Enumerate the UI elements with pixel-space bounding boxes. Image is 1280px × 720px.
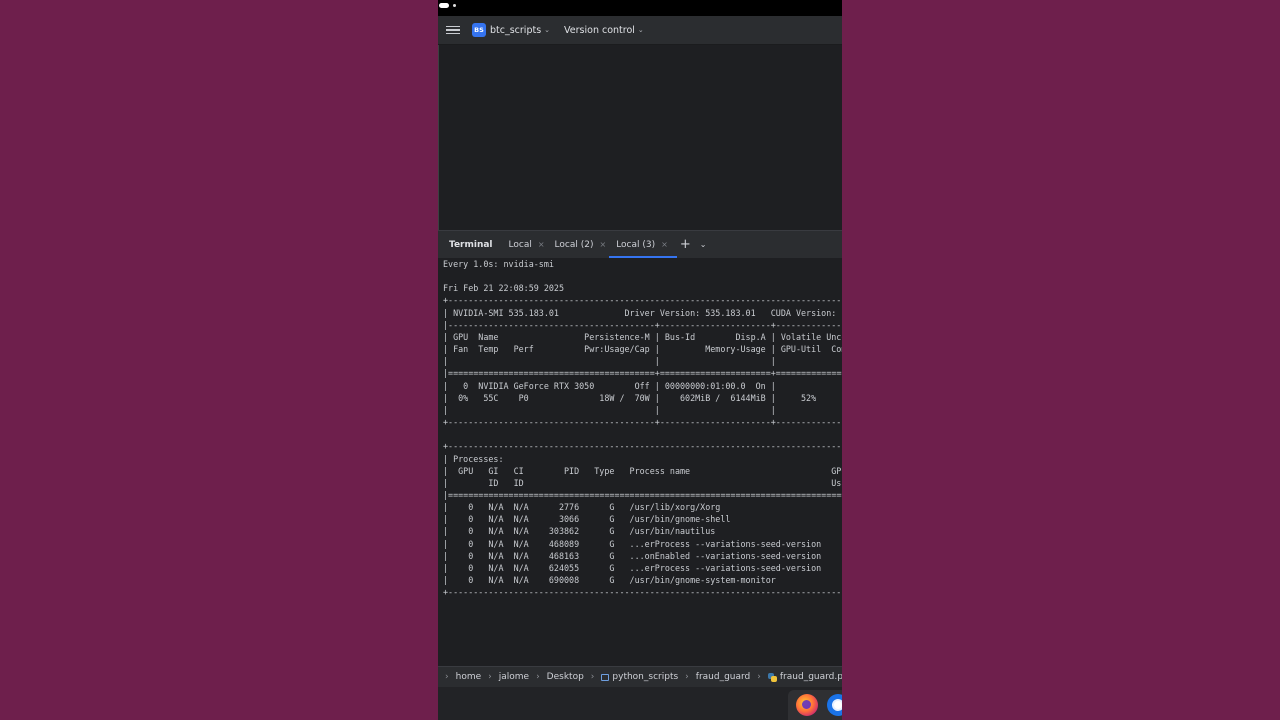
firefox-icon[interactable] [796, 694, 818, 716]
chevron-right-icon: › [445, 672, 449, 682]
breadcrumb-label: python_scripts [612, 672, 679, 682]
terminal-tab-bar: Terminal Local × Local (2) × Local (3) ×… [438, 230, 842, 259]
tab-local[interactable]: Local × [509, 231, 545, 258]
terminal-line: | NVIDIA-SMI 535.183.01 Driver Version: … [443, 307, 842, 318]
status-indicator-icon [439, 3, 449, 8]
tab-label: Local (2) [554, 239, 594, 250]
terminal-line: | 0 N/A N/A 2776 G /usr/lib/xorg/Xorg 25… [443, 502, 721, 513]
terminal-line: | | | N/A | [443, 404, 776, 415]
terminal-line: +---------------------------------------… [443, 417, 842, 428]
version-control-label: Version control [564, 24, 635, 36]
project-name: btc_scripts [490, 24, 542, 36]
breadcrumb-item-home[interactable]: home [456, 672, 482, 682]
breadcrumb-item-file[interactable]: fraud_guard.py [767, 672, 842, 682]
terminal-line: | 0 N/A N/A 690008 G /usr/bin/gnome-syst… [443, 575, 776, 586]
chevron-down-icon: ⌄ [637, 26, 644, 34]
terminal-line: +---------------------------------------… [443, 587, 842, 598]
breadcrumb-item-python-scripts[interactable]: python_scripts [601, 672, 678, 682]
chevron-right-icon: › [590, 672, 595, 682]
breadcrumb-item-jalome[interactable]: jalome [499, 672, 529, 682]
folder-icon [601, 673, 610, 681]
add-tab-icon[interactable]: + [680, 237, 691, 252]
terminal-line: | GPU Name Persistence-M | Bus-Id Disp.A… [443, 331, 842, 342]
tab-local-2[interactable]: Local (2) × [555, 231, 607, 258]
python-file-icon [767, 673, 777, 682]
close-icon[interactable]: × [599, 240, 606, 249]
terminal-line: Every 1.0s: nvidia-smi [443, 259, 554, 269]
terminal-line: Fri Feb 21 22:08:59 2025 [443, 283, 565, 294]
terminal-output[interactable]: Every 1.0s: nvidia-smi Fri Feb 21 22:08:… [438, 258, 842, 666]
terminal-line: | 0 N/A N/A 303862 G /usr/bin/nautilus 1… [443, 526, 716, 537]
status-bar [438, 0, 842, 16]
terminal-line: +---------------------------------------… [443, 295, 842, 306]
terminal-title: Terminal [449, 239, 493, 250]
chevron-right-icon: › [685, 672, 689, 682]
taskbar [438, 687, 842, 720]
project-selector[interactable]: BS btc_scripts ⌄ [472, 23, 550, 37]
chevron-down-icon: ⌄ [544, 26, 551, 34]
terminal-line: | 0 N/A N/A 468089 G ...erProcess --vari… [443, 538, 822, 549]
chevron-right-icon: › [757, 672, 761, 682]
terminal-text: Every 1.0s: nvidia-smi Fri Feb 21 22:08:… [438, 258, 842, 598]
chevron-right-icon: › [536, 672, 540, 682]
terminal-line: | GPU GI CI PID Type Process name GPU Me… [443, 465, 842, 476]
close-icon[interactable]: × [661, 240, 668, 249]
tab-label: Local (3) [616, 239, 656, 250]
terminal-line: |=======================================… [443, 489, 842, 500]
terminal-line: |=======================================… [443, 368, 842, 379]
breadcrumb-item-fraud-guard[interactable]: fraud_guard [696, 672, 751, 682]
title-bar: BS btc_scripts ⌄ Version control ⌄ [438, 16, 842, 45]
chevron-down-icon[interactable]: ⌄ [700, 240, 707, 249]
version-control-menu[interactable]: Version control ⌄ [564, 25, 644, 36]
hamburger-menu-icon[interactable] [446, 25, 460, 35]
terminal-line: +---------------------------------------… [443, 441, 842, 452]
tab-local-3[interactable]: Local (3) × [609, 231, 677, 258]
terminal-line: | Processes: | [443, 453, 504, 464]
terminal-line: | 0% 55C P0 18W / 70W | 602MiB / 6144MiB… [443, 392, 817, 403]
project-badge: BS [472, 23, 486, 37]
terminal-line: | 0 N/A N/A 624055 G ...erProcess --vari… [443, 562, 822, 573]
terminal-line: | 0 N/A N/A 3066 G /usr/bin/gnome-shell … [443, 514, 731, 525]
editor-area[interactable] [438, 45, 842, 229]
terminal-line: | | | MIG M. | [443, 356, 776, 367]
terminal-line: | 0 NVIDIA GeForce RTX 3050 Off | 000000… [443, 380, 776, 391]
ide-window: BS btc_scripts ⌄ Version control ⌄ Termi… [438, 0, 842, 720]
close-icon[interactable]: × [538, 240, 545, 249]
terminal-line: | ID ID Usage | [443, 477, 842, 488]
breadcrumb-label: fraud_guard.py [779, 672, 842, 682]
terminal-line: |---------------------------------------… [443, 319, 842, 330]
breadcrumb: › home › jalome › Desktop › python_scrip… [438, 666, 842, 687]
breadcrumb-item-desktop[interactable]: Desktop [547, 672, 584, 682]
chevron-right-icon: › [488, 672, 492, 682]
terminal-line: | 0 N/A N/A 468163 G ...onEnabled --vari… [443, 550, 822, 561]
tab-label: Local [508, 239, 532, 250]
terminal-line: | Fan Temp Perf Pwr:Usage/Cap | Memory-U… [443, 344, 842, 355]
status-dot-icon [453, 4, 456, 7]
chrome-icon[interactable] [827, 694, 842, 716]
